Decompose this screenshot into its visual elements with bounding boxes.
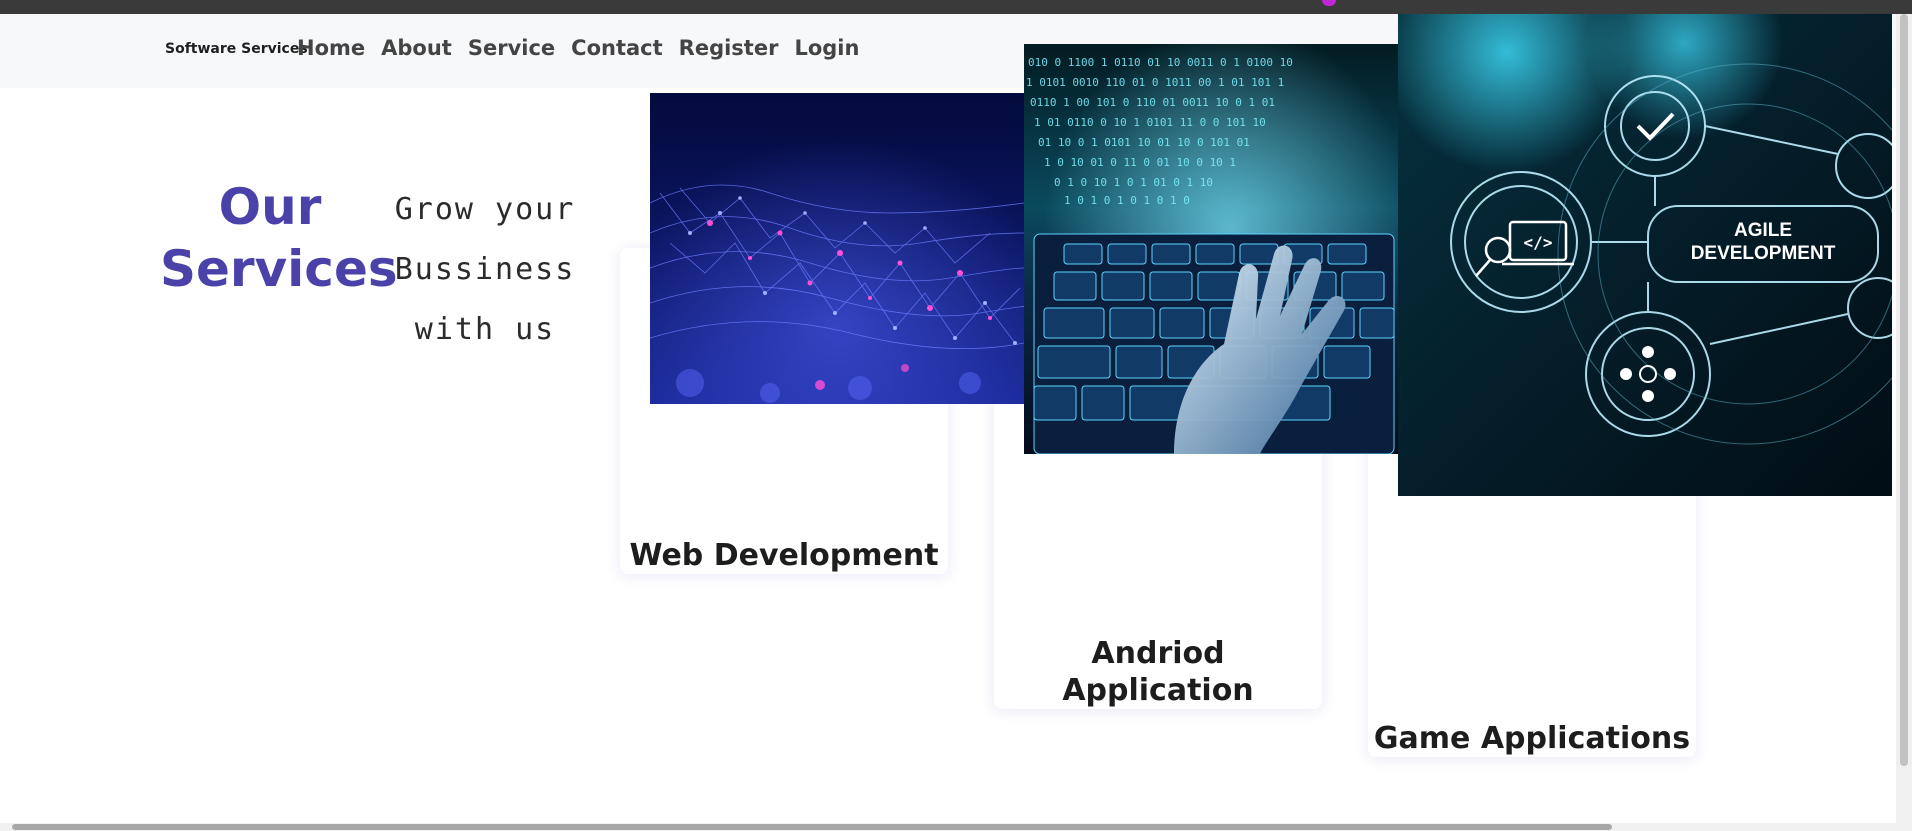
vertical-scrollbar-thumb[interactable] <box>1900 14 1908 766</box>
svg-text:010 0 1100 1 0110 01 10 0011 0: 010 0 1100 1 0110 01 10 0011 0 1 0100 10 <box>1028 56 1293 69</box>
nav-link-contact[interactable]: Contact <box>571 36 663 60</box>
nav-link-service[interactable]: Service <box>468 36 555 60</box>
nav-link-register[interactable]: Register <box>679 36 779 60</box>
nav-link-login[interactable]: Login <box>794 36 859 60</box>
indicator-dot <box>1322 0 1336 6</box>
service-card-title-line1: Andriod <box>1091 636 1225 671</box>
svg-text:1 0101 0010 110 01 0 1011 00 1: 1 0101 0010 110 01 0 1011 00 1 01 101 1 <box>1026 76 1284 89</box>
svg-text:1 0 1 0 1 0 1 0 1 0: 1 0 1 0 1 0 1 0 1 0 <box>1064 194 1190 207</box>
page-title: Our Services <box>160 176 398 300</box>
hero-subtitle-line2: Bussiness <box>394 252 576 287</box>
hero-subtitle-line3: with us <box>414 312 556 347</box>
svg-text:1 0 10 01 0 11 0 01 10 0 10 1: 1 0 10 01 0 11 0 01 10 0 10 1 <box>1044 156 1236 169</box>
browser-top-bar <box>0 0 1912 14</box>
nav-link-home[interactable]: Home <box>297 36 365 60</box>
page-title-line1: Our <box>218 178 322 236</box>
hero-subtitle-line1: Grow your <box>394 192 576 227</box>
service-card-title: Andriod Application <box>994 635 1322 709</box>
horizontal-scrollbar-thumb[interactable] <box>12 824 1612 830</box>
agile-development-image: </> AGILE DEVELOPMENT <box>1398 14 1892 496</box>
agile-label-line2: DEVELOPMENT <box>1691 243 1836 264</box>
brand-logo[interactable]: Software Services <box>165 41 308 57</box>
agile-label-line1: AGILE <box>1734 220 1792 241</box>
service-card-title: Game Applications <box>1373 721 1691 756</box>
page-title-line2: Services <box>160 240 398 298</box>
keyboard-binary-image: 010 0 1100 1 0110 01 10 0011 0 1 0100 10… <box>1024 44 1398 454</box>
svg-text:01 10 0 1 0101 10 01 10 0 101: 01 10 0 1 0101 10 01 10 0 101 01 <box>1038 136 1250 149</box>
service-card-title-line2: Application <box>1062 673 1254 708</box>
svg-text:</>: </> <box>1524 233 1553 252</box>
horizontal-scrollbar[interactable] <box>0 823 1896 831</box>
nav-link-about[interactable]: About <box>381 36 452 60</box>
svg-text:1 01 0110 0 10 1 0101 11 0 0 1: 1 01 0110 0 10 1 0101 11 0 0 101 10 <box>1034 116 1266 129</box>
hero-subtitle: Grow your Bussiness with us <box>380 180 590 360</box>
nav-links: Home About Service Contact Register Logi… <box>297 36 859 60</box>
vertical-scrollbar[interactable] <box>1896 14 1912 831</box>
svg-text:0 1 0 10 1 0 1 01 0 1 10: 0 1 0 10 1 0 1 01 0 1 10 <box>1054 176 1213 189</box>
svg-text:0110 1 00 101 0 110 01 0011 10: 0110 1 00 101 0 110 01 0011 10 0 1 01 <box>1030 96 1275 109</box>
network-mesh-image <box>650 93 1024 404</box>
service-card-title: Web Development <box>629 538 939 573</box>
